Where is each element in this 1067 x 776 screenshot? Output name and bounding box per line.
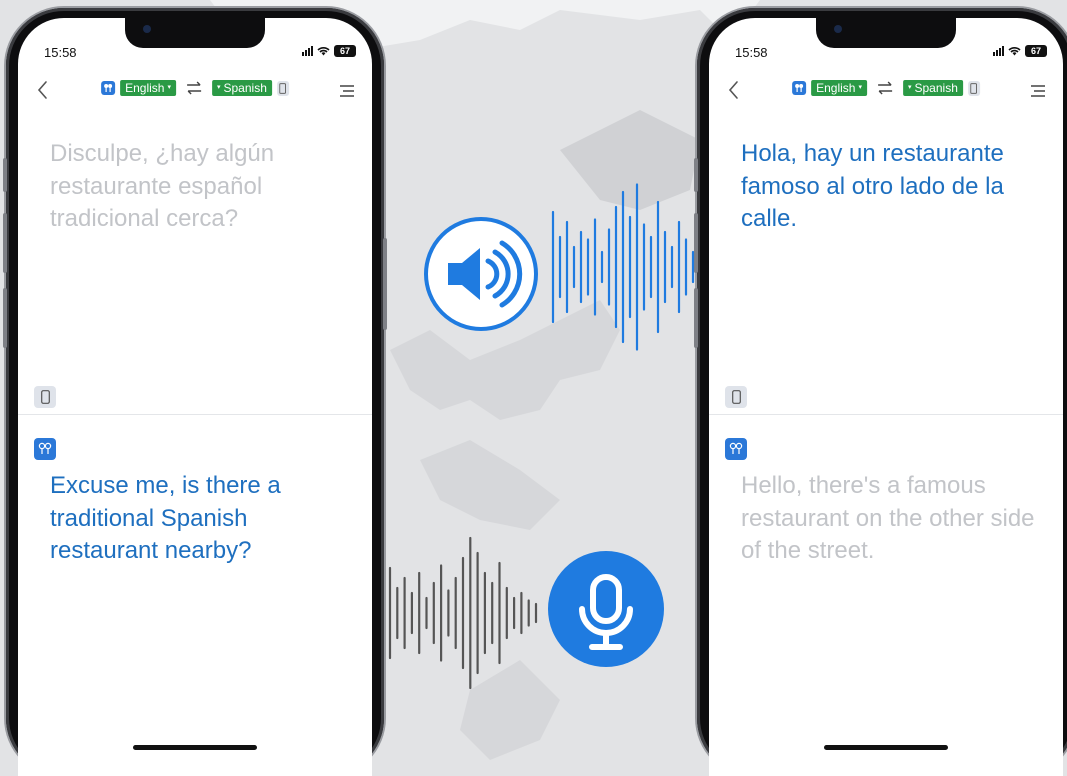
wifi-icon <box>1008 47 1021 56</box>
left-phone-screen: 15:58 67 English ▾ ▾ Spanish Disculpe, ¿ha… <box>18 18 372 776</box>
chevron-down-icon: ▾ <box>907 84 912 91</box>
source-language-label: English <box>816 81 856 95</box>
language-selector: English ▾ ▾ Spanish <box>101 80 289 96</box>
swap-languages-icon[interactable] <box>876 81 894 95</box>
menu-list-icon[interactable] <box>1027 80 1049 102</box>
audio-waveform-output <box>551 183 695 351</box>
spoken-text-lower: Hello, there's a famous restaurant on th… <box>741 472 1035 564</box>
home-indicator[interactable] <box>824 745 948 750</box>
source-language-chip[interactable]: English ▾ <box>811 80 867 96</box>
chevron-down-icon: ▾ <box>858 84 862 91</box>
nav-bar: English ▾ ▾ Spanish <box>18 76 372 106</box>
source-language-label: English <box>125 81 165 95</box>
wifi-icon <box>317 47 330 56</box>
earbuds-speaker-icon[interactable] <box>34 438 56 460</box>
right-phone: 15:58 67 English ▾ ▾ Spanish Hola, hay un … <box>694 8 1067 776</box>
battery-icon: 67 <box>1025 45 1047 57</box>
spoken-text-lower: Excuse me, is there a traditional Spanis… <box>50 472 281 564</box>
right-phone-screen: 15:58 67 English ▾ ▾ Spanish Hola, hay un … <box>709 18 1063 776</box>
language-selector: English ▾ ▾ Spanish <box>792 80 980 96</box>
status-time: 15:58 <box>735 45 768 60</box>
translated-text-upper: Hola, hay un restaurante famoso al otro … <box>741 140 1004 232</box>
status-time: 15:58 <box>44 45 77 60</box>
menu-list-icon[interactable] <box>336 80 358 102</box>
translated-text-upper: Disculpe, ¿hay algún restaurante español… <box>50 140 275 232</box>
nav-bar: English ▾ ▾ Spanish <box>709 76 1063 106</box>
target-language-label: Spanish <box>914 81 958 95</box>
target-language-label: Spanish <box>223 81 267 95</box>
microphone-icon[interactable] <box>548 551 664 667</box>
battery-icon: 67 <box>334 45 356 57</box>
notch <box>125 18 265 48</box>
back-chevron-icon[interactable] <box>723 78 745 102</box>
chevron-down-icon: ▾ <box>167 84 171 91</box>
status-icons: 67 <box>993 45 1047 57</box>
target-language-chip[interactable]: ▾ Spanish <box>211 80 272 96</box>
audio-waveform-input <box>388 536 538 690</box>
phone-device-icon <box>967 80 980 96</box>
source-language-chip[interactable]: English ▾ <box>120 80 176 96</box>
conversation-divider <box>18 414 372 415</box>
status-icons: 67 <box>302 45 356 57</box>
signal-icon <box>993 46 1004 56</box>
phone-device-icon <box>276 80 289 96</box>
speaker-sound-icon <box>424 217 538 331</box>
phone-speaker-icon[interactable] <box>34 386 56 408</box>
chevron-down-icon: ▾ <box>216 84 221 91</box>
target-language-chip[interactable]: ▾ Spanish <box>902 80 963 96</box>
earbuds-speaker-icon[interactable] <box>725 438 747 460</box>
signal-icon <box>302 46 313 56</box>
earbuds-icon <box>101 81 116 95</box>
left-phone: 15:58 67 English ▾ ▾ Spanish Disculpe, ¿ha… <box>3 8 387 776</box>
back-chevron-icon[interactable] <box>32 78 54 102</box>
conversation-divider <box>709 414 1063 415</box>
home-indicator[interactable] <box>133 745 257 750</box>
earbuds-icon <box>792 81 807 95</box>
notch <box>816 18 956 48</box>
swap-languages-icon[interactable] <box>185 81 203 95</box>
phone-speaker-icon[interactable] <box>725 386 747 408</box>
